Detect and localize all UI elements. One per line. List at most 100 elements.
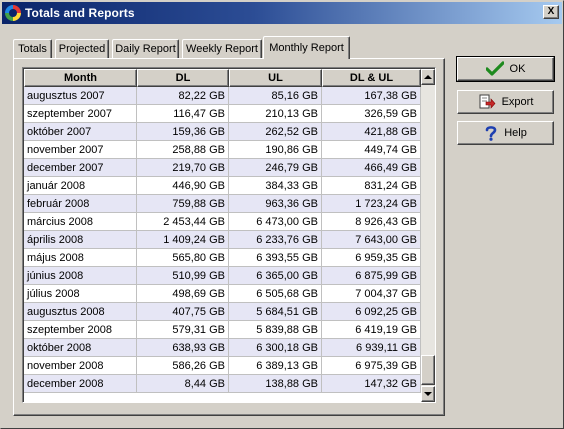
cell-month: december 2008 <box>24 375 137 393</box>
cell-month: február 2008 <box>24 195 137 213</box>
table-row[interactable]: július 2008 498,69 GB 6 505,68 GB 7 004,37 … <box>24 285 421 303</box>
window-title: Totals and Reports <box>25 6 135 20</box>
table-row[interactable]: december 2007 219,70 GB 246,79 GB 466,49 GB <box>24 159 421 177</box>
column-header-month[interactable]: Month <box>24 69 137 87</box>
table-row[interactable]: szeptember 2007 116,47 GB 210,13 GB 326,59 … <box>24 105 421 123</box>
cell-month: november 2007 <box>24 141 137 159</box>
scroll-up-button[interactable] <box>421 69 435 85</box>
title-bar[interactable]: Totals and Reports X <box>2 2 562 24</box>
help-button[interactable]: Help <box>457 121 554 145</box>
cell-ul: 85,16 GB <box>229 87 322 105</box>
cell-ul: 6 473,00 GB <box>229 213 322 231</box>
export-label: Export <box>501 96 534 108</box>
monthly-report-table[interactable]: Month DL UL DL & UL augusztus 2007 82,22 … <box>22 67 436 403</box>
cell-ul: 210,13 GB <box>229 105 322 123</box>
cell-dl: 579,31 GB <box>137 321 229 339</box>
table-row[interactable]: augusztus 2007 82,22 GB 85,16 GB 167,38 GB <box>24 87 421 105</box>
cell-ul: 6 365,00 GB <box>229 267 322 285</box>
cell-month: január 2008 <box>24 177 137 195</box>
table-row[interactable]: június 2008 510,99 GB 6 365,00 GB 6 875,99 … <box>24 267 421 285</box>
column-header-ul[interactable]: UL <box>229 69 322 87</box>
column-header-dl-ul[interactable]: DL & UL <box>322 69 421 87</box>
close-button[interactable]: X <box>543 5 559 19</box>
cell-ul: 384,33 GB <box>229 177 322 195</box>
help-label: Help <box>504 127 527 139</box>
table-row[interactable]: december 2008 8,44 GB 138,88 GB 147,32 GB <box>24 375 421 393</box>
tab-monthly-report[interactable]: Monthly Report <box>263 36 350 59</box>
ok-label: OK <box>509 63 526 75</box>
cell-dl-ul: 449,74 GB <box>322 141 421 159</box>
cell-dl-ul: 421,88 GB <box>322 123 421 141</box>
cell-month: szeptember 2008 <box>24 321 137 339</box>
cell-month: október 2007 <box>24 123 137 141</box>
cell-month: december 2007 <box>24 159 137 177</box>
table-row[interactable]: november 2008 586,26 GB 6 389,13 GB 6 975,3… <box>24 357 421 375</box>
vertical-scrollbar[interactable] <box>421 69 435 402</box>
cell-dl-ul: 6 939,11 GB <box>322 339 421 357</box>
scrollbar-thumb[interactable] <box>421 355 435 385</box>
cell-month: augusztus 2008 <box>24 303 137 321</box>
cell-dl-ul: 147,32 GB <box>322 375 421 393</box>
cell-month: augusztus 2007 <box>24 87 137 105</box>
tab-daily-report[interactable]: Daily Report <box>112 39 179 58</box>
cell-dl-ul: 831,24 GB <box>322 177 421 195</box>
cell-ul: 190,86 GB <box>229 141 322 159</box>
cell-ul: 5 839,88 GB <box>229 321 322 339</box>
table-row[interactable]: szeptember 2008 579,31 GB 5 839,88 GB 6 419… <box>24 321 421 339</box>
cell-dl: 565,80 GB <box>137 249 229 267</box>
tab-totals[interactable]: Totals <box>13 39 52 58</box>
cell-dl: 407,75 GB <box>137 303 229 321</box>
cell-dl: 759,88 GB <box>137 195 229 213</box>
table-row[interactable]: október 2007 159,36 GB 262,52 GB 421,88 GB <box>24 123 421 141</box>
cell-dl: 219,70 GB <box>137 159 229 177</box>
cell-dl: 586,26 GB <box>137 357 229 375</box>
close-icon: X <box>547 6 555 17</box>
cell-dl: 1 409,24 GB <box>137 231 229 249</box>
column-header-dl[interactable]: DL <box>137 69 229 87</box>
cell-dl-ul: 6 419,19 GB <box>322 321 421 339</box>
cell-ul: 6 393,55 GB <box>229 249 322 267</box>
table-row[interactable]: február 2008 759,88 GB 963,36 GB 1 723,24 G… <box>24 195 421 213</box>
cell-dl: 498,69 GB <box>137 285 229 303</box>
cell-dl-ul: 167,38 GB <box>322 87 421 105</box>
cell-ul: 138,88 GB <box>229 375 322 393</box>
checkmark-icon <box>485 61 504 77</box>
table-row[interactable]: január 2008 446,90 GB 384,33 GB 831,24 GB <box>24 177 421 195</box>
tab-projected[interactable]: Projected <box>55 39 109 58</box>
table-row[interactable]: november 2007 258,88 GB 190,86 GB 449,74 GB <box>24 141 421 159</box>
cell-dl-ul: 466,49 GB <box>322 159 421 177</box>
table-row[interactable]: május 2008 565,80 GB 6 393,55 GB 6 959,35 G… <box>24 249 421 267</box>
cell-month: május 2008 <box>24 249 137 267</box>
cell-month: április 2008 <box>24 231 137 249</box>
cell-ul: 6 389,13 GB <box>229 357 322 375</box>
table-row[interactable]: április 2008 1 409,24 GB 6 233,76 GB 7 643,… <box>24 231 421 249</box>
cell-month: július 2008 <box>24 285 137 303</box>
cell-month: november 2008 <box>24 357 137 375</box>
cell-dl-ul: 6 959,35 GB <box>322 249 421 267</box>
question-icon <box>484 125 498 141</box>
tab-weekly-report[interactable]: Weekly Report <box>182 39 262 58</box>
table-row[interactable]: augusztus 2008 407,75 GB 5 684,51 GB 6 092,… <box>24 303 421 321</box>
ok-button[interactable]: OK <box>456 56 555 82</box>
export-icon <box>478 94 496 110</box>
export-button[interactable]: Export <box>457 90 554 114</box>
tab-label: Totals <box>18 43 47 55</box>
cell-dl: 446,90 GB <box>137 177 229 195</box>
tab-label: Daily Report <box>115 43 176 55</box>
cell-ul: 963,36 GB <box>229 195 322 213</box>
table-row[interactable]: október 2008 638,93 GB 6 300,18 GB 6 939,11… <box>24 339 421 357</box>
cell-ul: 246,79 GB <box>229 159 322 177</box>
cell-ul: 262,52 GB <box>229 123 322 141</box>
cell-dl-ul: 7 643,00 GB <box>322 231 421 249</box>
cell-dl-ul: 6 092,25 GB <box>322 303 421 321</box>
cell-ul: 5 684,51 GB <box>229 303 322 321</box>
scroll-down-button[interactable] <box>421 386 435 402</box>
cell-dl: 638,93 GB <box>137 339 229 357</box>
table-row[interactable]: március 2008 2 453,44 GB 6 473,00 GB 8 926,… <box>24 213 421 231</box>
cell-dl-ul: 6 875,99 GB <box>322 267 421 285</box>
cell-dl: 116,47 GB <box>137 105 229 123</box>
tab-label: Projected <box>58 43 106 55</box>
cell-dl: 258,88 GB <box>137 141 229 159</box>
cell-dl: 82,22 GB <box>137 87 229 105</box>
cell-dl-ul: 7 004,37 GB <box>322 285 421 303</box>
